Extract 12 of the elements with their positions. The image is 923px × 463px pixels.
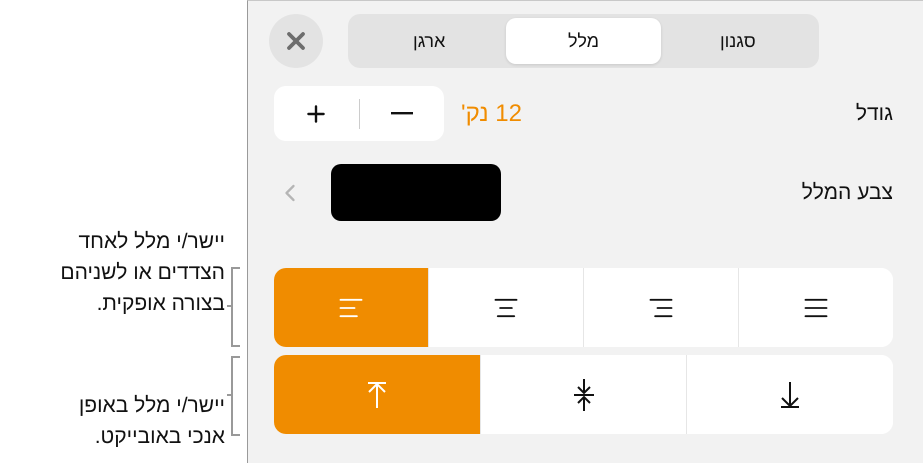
callout-text: יישר/י מלל לאחד הצדדים או לשניהם בצורה אופקית. [60, 229, 225, 317]
minus-icon [390, 112, 413, 115]
tab[interactable]: ארגן [352, 18, 506, 64]
size-value: 12 נק' [461, 100, 522, 128]
tab[interactable]: מלל [506, 18, 661, 64]
tab[interactable]: סגנון [660, 18, 815, 64]
align-button[interactable] [274, 355, 480, 434]
size-label: גודל [856, 102, 893, 126]
color-swatch[interactable] [331, 164, 501, 221]
callout-text: יישר/י מלל באופן אנכי באובייקט. [78, 393, 225, 450]
align-button[interactable] [274, 268, 428, 347]
text-color-label: צבע המלל [802, 180, 893, 204]
